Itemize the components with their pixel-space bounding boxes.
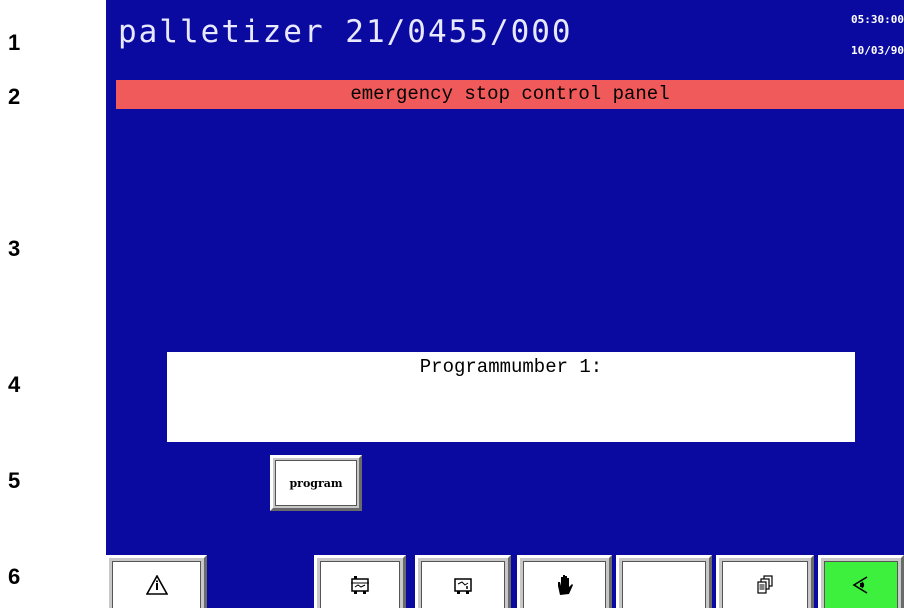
- row-label-4: 4: [8, 372, 21, 397]
- clock-time: 05:30:00: [851, 13, 904, 26]
- fkey-pages[interactable]: [716, 555, 814, 608]
- conveyor-station-alt-icon: [454, 578, 472, 594]
- row-label-5: 5: [8, 468, 21, 493]
- fkey-manual[interactable]: [517, 555, 612, 608]
- hmi-screen: palletizer 21/0455/000 05:30:00 10/03/90…: [106, 0, 904, 608]
- program-button-label: program: [275, 460, 357, 506]
- warning-info-icon: [145, 575, 168, 595]
- row-label-6: 6: [8, 564, 21, 589]
- fkey-warning[interactable]: [106, 555, 207, 608]
- fkey-blank[interactable]: [616, 555, 712, 608]
- program-button[interactable]: program: [270, 455, 362, 511]
- program-number-panel: Programmumber 1:: [167, 352, 855, 442]
- fkey-station-1[interactable]: [314, 555, 406, 608]
- manual-hand-icon: [557, 575, 573, 595]
- status-banner: emergency stop control panel: [116, 80, 904, 109]
- stacked-pages-icon: [757, 575, 773, 594]
- conveyor-station-icon: [351, 576, 369, 594]
- fkey-back[interactable]: [818, 555, 904, 608]
- clock-date: 10/03/90: [851, 44, 904, 57]
- row-label-2: 2: [8, 84, 21, 109]
- program-number-label: Programmumber 1:: [419, 356, 603, 378]
- row-label-1: 1: [8, 30, 21, 55]
- row-label-3: 3: [8, 236, 21, 261]
- machine-title: palletizer 21/0455/000: [118, 14, 573, 50]
- fkey-station-2[interactable]: [415, 555, 511, 608]
- back-speaker-icon: [852, 576, 868, 594]
